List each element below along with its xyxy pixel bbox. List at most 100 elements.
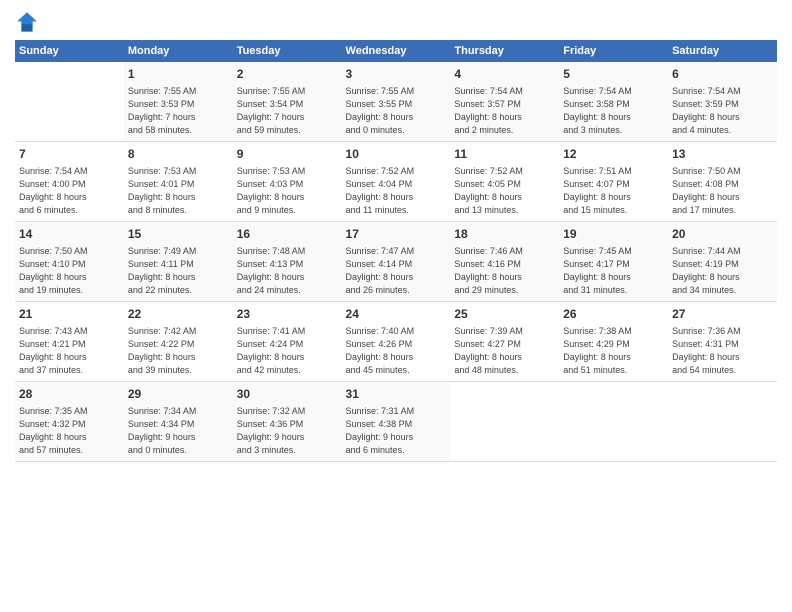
day-number: 27 [672, 306, 773, 323]
calendar-cell: 16 Sunrise: 7:48 AM Sunset: 4:13 PM Dayli… [233, 221, 342, 301]
calendar-cell: 4Sunrise: 7:54 AM Sunset: 3:57 PM Daylig… [450, 62, 559, 141]
cell-info: Sunrise: 7:54 AM Sunset: 3:57 PM Dayligh… [454, 85, 555, 137]
calendar-cell: 30 Sunrise: 7:32 AM Sunset: 4:36 PM Dayli… [233, 381, 342, 461]
calendar-cell: 15 Sunrise: 7:49 AM Sunset: 4:11 PM Dayli… [124, 221, 233, 301]
calendar-cell: 13Sunrise: 7:50 AM Sunset: 4:08 PM Dayli… [668, 141, 777, 221]
week-row-4: 21Sunrise: 7:43 AM Sunset: 4:21 PM Dayli… [15, 301, 777, 381]
day-number: 20 [672, 226, 773, 243]
day-number: 7 [19, 146, 120, 163]
day-number: 29 [128, 386, 229, 403]
cell-info: Sunrise: 7:53 AM Sunset: 4:01 PM Dayligh… [128, 165, 229, 217]
logo-icon [15, 10, 39, 34]
calendar-cell [668, 381, 777, 461]
day-number: 18 [454, 226, 555, 243]
day-number: 2 [237, 66, 338, 83]
day-number: 15 [128, 226, 229, 243]
calendar-cell: 7 Sunrise: 7:54 AM Sunset: 4:00 PM Daylig… [15, 141, 124, 221]
day-number: 25 [454, 306, 555, 323]
calendar-cell: 8Sunrise: 7:53 AM Sunset: 4:01 PM Daylig… [124, 141, 233, 221]
calendar-cell: 21Sunrise: 7:43 AM Sunset: 4:21 PM Dayli… [15, 301, 124, 381]
day-number: 9 [237, 146, 338, 163]
calendar-cell: 9 Sunrise: 7:53 AM Sunset: 4:03 PM Daylig… [233, 141, 342, 221]
calendar-cell: 11 Sunrise: 7:52 AM Sunset: 4:05 PM Dayli… [450, 141, 559, 221]
day-number: 13 [672, 146, 773, 163]
cell-info: Sunrise: 7:52 AM Sunset: 4:04 PM Dayligh… [346, 165, 447, 217]
day-header-wednesday: Wednesday [342, 40, 451, 62]
logo [15, 10, 43, 34]
cell-info: Sunrise: 7:36 AM Sunset: 4:31 PM Dayligh… [672, 325, 773, 377]
calendar-cell [15, 62, 124, 141]
cell-info: Sunrise: 7:44 AM Sunset: 4:19 PM Dayligh… [672, 245, 773, 297]
calendar-cell [450, 381, 559, 461]
day-number: 11 [454, 146, 555, 163]
cell-info: Sunrise: 7:55 AM Sunset: 3:54 PM Dayligh… [237, 85, 338, 137]
header [15, 10, 777, 34]
cell-info: Sunrise: 7:49 AM Sunset: 4:11 PM Dayligh… [128, 245, 229, 297]
day-header-friday: Friday [559, 40, 668, 62]
cell-info: Sunrise: 7:54 AM Sunset: 4:00 PM Dayligh… [19, 165, 120, 217]
day-header-saturday: Saturday [668, 40, 777, 62]
calendar-cell: 24 Sunrise: 7:40 AM Sunset: 4:26 PM Dayli… [342, 301, 451, 381]
cell-info: Sunrise: 7:45 AM Sunset: 4:17 PM Dayligh… [563, 245, 664, 297]
day-number: 30 [237, 386, 338, 403]
day-number: 31 [346, 386, 447, 403]
header-row: SundayMondayTuesdayWednesdayThursdayFrid… [15, 40, 777, 62]
cell-info: Sunrise: 7:54 AM Sunset: 3:59 PM Dayligh… [672, 85, 773, 137]
cell-info: Sunrise: 7:34 AM Sunset: 4:34 PM Dayligh… [128, 405, 229, 457]
calendar-cell: 26Sunrise: 7:38 AM Sunset: 4:29 PM Dayli… [559, 301, 668, 381]
cell-info: Sunrise: 7:31 AM Sunset: 4:38 PM Dayligh… [346, 405, 447, 457]
cell-info: Sunrise: 7:54 AM Sunset: 3:58 PM Dayligh… [563, 85, 664, 137]
cell-info: Sunrise: 7:35 AM Sunset: 4:32 PM Dayligh… [19, 405, 120, 457]
week-row-5: 28 Sunrise: 7:35 AM Sunset: 4:32 PM Dayli… [15, 381, 777, 461]
day-header-sunday: Sunday [15, 40, 124, 62]
cell-info: Sunrise: 7:41 AM Sunset: 4:24 PM Dayligh… [237, 325, 338, 377]
calendar-cell: 2 Sunrise: 7:55 AM Sunset: 3:54 PM Daylig… [233, 62, 342, 141]
week-row-2: 7 Sunrise: 7:54 AM Sunset: 4:00 PM Daylig… [15, 141, 777, 221]
day-number: 6 [672, 66, 773, 83]
day-number: 14 [19, 226, 120, 243]
calendar-cell [559, 381, 668, 461]
day-number: 3 [346, 66, 447, 83]
week-row-1: 1Sunrise: 7:55 AM Sunset: 3:53 PM Daylig… [15, 62, 777, 141]
day-number: 17 [346, 226, 447, 243]
calendar-cell: 10 Sunrise: 7:52 AM Sunset: 4:04 PM Dayli… [342, 141, 451, 221]
calendar-cell: 3Sunrise: 7:55 AM Sunset: 3:55 PM Daylig… [342, 62, 451, 141]
day-header-monday: Monday [124, 40, 233, 62]
cell-info: Sunrise: 7:32 AM Sunset: 4:36 PM Dayligh… [237, 405, 338, 457]
calendar-cell: 6 Sunrise: 7:54 AM Sunset: 3:59 PM Daylig… [668, 62, 777, 141]
calendar-cell: 17 Sunrise: 7:47 AM Sunset: 4:14 PM Dayli… [342, 221, 451, 301]
day-header-thursday: Thursday [450, 40, 559, 62]
cell-info: Sunrise: 7:48 AM Sunset: 4:13 PM Dayligh… [237, 245, 338, 297]
calendar-cell: 31 Sunrise: 7:31 AM Sunset: 4:38 PM Dayli… [342, 381, 451, 461]
day-header-tuesday: Tuesday [233, 40, 342, 62]
cell-info: Sunrise: 7:39 AM Sunset: 4:27 PM Dayligh… [454, 325, 555, 377]
calendar-cell: 14 Sunrise: 7:50 AM Sunset: 4:10 PM Dayli… [15, 221, 124, 301]
cell-info: Sunrise: 7:52 AM Sunset: 4:05 PM Dayligh… [454, 165, 555, 217]
cell-info: Sunrise: 7:43 AM Sunset: 4:21 PM Dayligh… [19, 325, 120, 377]
calendar-cell: 29 Sunrise: 7:34 AM Sunset: 4:34 PM Dayli… [124, 381, 233, 461]
cell-info: Sunrise: 7:47 AM Sunset: 4:14 PM Dayligh… [346, 245, 447, 297]
calendar-cell: 23 Sunrise: 7:41 AM Sunset: 4:24 PM Dayli… [233, 301, 342, 381]
page-container: SundayMondayTuesdayWednesdayThursdayFrid… [0, 0, 792, 472]
calendar-cell: 25 Sunrise: 7:39 AM Sunset: 4:27 PM Dayli… [450, 301, 559, 381]
day-number: 23 [237, 306, 338, 323]
day-number: 19 [563, 226, 664, 243]
cell-info: Sunrise: 7:40 AM Sunset: 4:26 PM Dayligh… [346, 325, 447, 377]
day-number: 22 [128, 306, 229, 323]
calendar-table: SundayMondayTuesdayWednesdayThursdayFrid… [15, 40, 777, 462]
cell-info: Sunrise: 7:42 AM Sunset: 4:22 PM Dayligh… [128, 325, 229, 377]
calendar-cell: 19 Sunrise: 7:45 AM Sunset: 4:17 PM Dayli… [559, 221, 668, 301]
cell-info: Sunrise: 7:50 AM Sunset: 4:10 PM Dayligh… [19, 245, 120, 297]
week-row-3: 14 Sunrise: 7:50 AM Sunset: 4:10 PM Dayli… [15, 221, 777, 301]
day-number: 5 [563, 66, 664, 83]
day-number: 24 [346, 306, 447, 323]
day-number: 16 [237, 226, 338, 243]
day-number: 28 [19, 386, 120, 403]
cell-info: Sunrise: 7:53 AM Sunset: 4:03 PM Dayligh… [237, 165, 338, 217]
cell-info: Sunrise: 7:38 AM Sunset: 4:29 PM Dayligh… [563, 325, 664, 377]
calendar-cell: 27 Sunrise: 7:36 AM Sunset: 4:31 PM Dayli… [668, 301, 777, 381]
day-number: 10 [346, 146, 447, 163]
calendar-cell: 12Sunrise: 7:51 AM Sunset: 4:07 PM Dayli… [559, 141, 668, 221]
cell-info: Sunrise: 7:46 AM Sunset: 4:16 PM Dayligh… [454, 245, 555, 297]
cell-info: Sunrise: 7:51 AM Sunset: 4:07 PM Dayligh… [563, 165, 664, 217]
